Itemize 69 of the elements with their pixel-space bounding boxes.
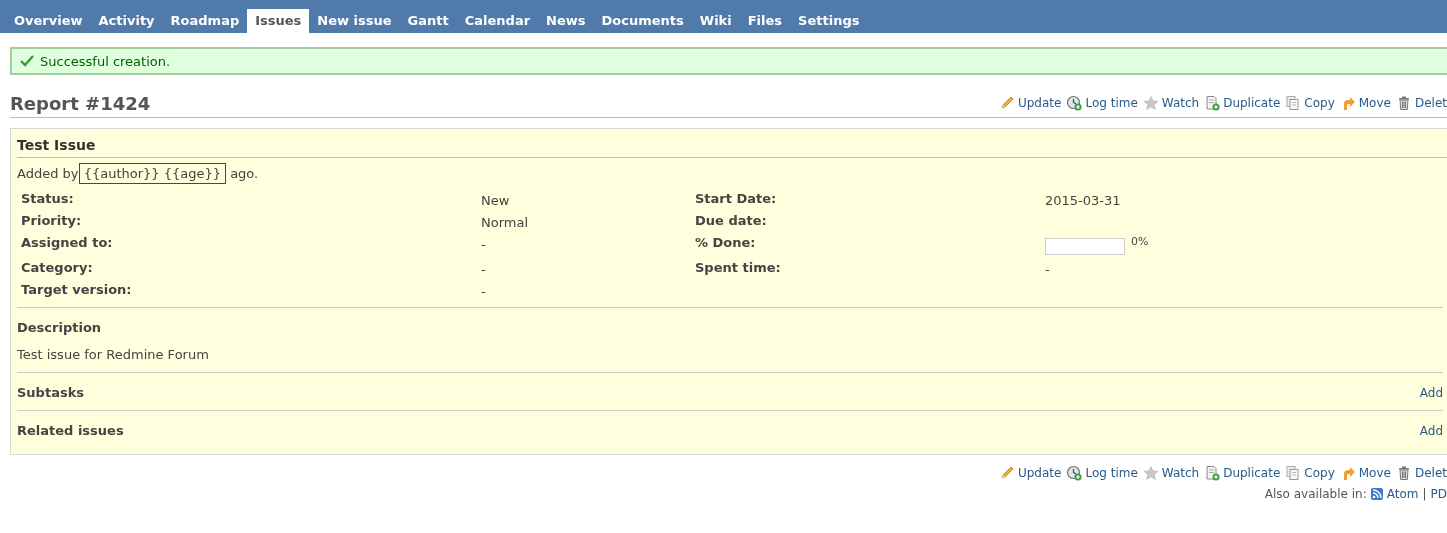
attribute-label: Priority: bbox=[21, 213, 83, 228]
attribute-label: % Done: bbox=[695, 235, 757, 250]
nav-tab[interactable]: Gantt bbox=[399, 9, 457, 33]
pencil-icon bbox=[998, 95, 1015, 111]
attribute-label: Status: bbox=[21, 191, 75, 206]
attribute-value: - bbox=[481, 236, 487, 252]
nav-tab[interactable]: News bbox=[538, 9, 594, 33]
action-link[interactable]: Delet bbox=[1414, 96, 1447, 110]
attribute-value: - bbox=[481, 261, 487, 277]
description-text: Test issue for Redmine Forum bbox=[17, 347, 210, 362]
success-message: Successful creation. bbox=[40, 53, 171, 69]
nav-tab[interactable]: Settings bbox=[790, 9, 868, 33]
nav-tab[interactable]: Documents bbox=[593, 9, 692, 33]
checkmark-icon bbox=[20, 55, 34, 67]
separator: | bbox=[1422, 487, 1427, 501]
action-link[interactable]: Copy bbox=[1304, 96, 1335, 110]
nav-tab[interactable]: Issues bbox=[247, 9, 310, 33]
document-plus-icon bbox=[1204, 465, 1221, 481]
action-link[interactable]: Update bbox=[1017, 96, 1062, 110]
pencil-icon bbox=[998, 465, 1015, 481]
rss-icon bbox=[1370, 488, 1383, 500]
add-link[interactable]: Add bbox=[1419, 385, 1443, 400]
action-link[interactable]: Move bbox=[1358, 96, 1391, 110]
action-link[interactable]: Watch bbox=[1161, 466, 1200, 480]
add-link[interactable]: Add bbox=[1419, 423, 1443, 438]
action-link[interactable]: Move bbox=[1358, 466, 1391, 480]
action-link[interactable]: Log time bbox=[1085, 96, 1138, 110]
nav-tab[interactable]: Calendar bbox=[456, 9, 539, 33]
star-icon bbox=[1142, 95, 1159, 111]
nav-tab[interactable]: Overview bbox=[6, 9, 91, 33]
format-link[interactable]: PD bbox=[1430, 487, 1447, 501]
clock-icon bbox=[1066, 95, 1083, 111]
format-link[interactable]: Atom bbox=[1386, 487, 1419, 501]
star-icon bbox=[1142, 465, 1159, 481]
author-line: Added by {{author}} {{age}} ago. bbox=[17, 166, 1447, 181]
clock-icon bbox=[1066, 465, 1083, 481]
nav-tab[interactable]: Roadmap bbox=[162, 9, 248, 33]
attribute-label: Start Date: bbox=[695, 191, 778, 206]
action-link[interactable]: Update bbox=[1017, 466, 1062, 480]
section-heading: Subtasks bbox=[17, 385, 85, 400]
issue-subject: Test Issue bbox=[17, 135, 1447, 158]
action-link[interactable]: Copy bbox=[1304, 466, 1335, 480]
attribute-label: Category: bbox=[21, 260, 94, 275]
document-plus-icon bbox=[1204, 95, 1221, 111]
attribute-value: 2015-03-31 bbox=[1045, 192, 1122, 208]
attribute-label: Spent time: bbox=[695, 260, 782, 275]
section-heading: Related issues bbox=[17, 423, 124, 438]
nav-tab[interactable]: Activity bbox=[90, 9, 163, 33]
attribute-value: New bbox=[481, 192, 511, 208]
issue-title: Report #1424 bbox=[10, 92, 151, 114]
attribute-label: Target version: bbox=[21, 282, 133, 297]
attribute-value: - bbox=[1045, 261, 1051, 277]
nav-tab[interactable]: Files bbox=[739, 9, 791, 33]
section-heading: Description bbox=[17, 320, 103, 335]
action-link[interactable]: Duplicate bbox=[1223, 466, 1281, 480]
copy-icon bbox=[1285, 95, 1302, 111]
copy-icon bbox=[1285, 465, 1302, 481]
nav-tab[interactable]: Wiki bbox=[691, 9, 740, 33]
action-link[interactable]: Duplicate bbox=[1223, 96, 1281, 110]
attribute-label: Due date: bbox=[695, 213, 768, 228]
nav-tab[interactable]: New issue bbox=[309, 9, 400, 33]
formats-label: Also available in: bbox=[1264, 487, 1367, 501]
action-link[interactable]: Log time bbox=[1085, 466, 1138, 480]
action-link[interactable]: Delet bbox=[1414, 466, 1447, 480]
attribute-value: Normal bbox=[481, 214, 530, 230]
action-link[interactable]: Watch bbox=[1161, 96, 1200, 110]
progress-reading: 0% bbox=[1131, 235, 1149, 248]
attribute-label: Assigned to: bbox=[21, 235, 114, 250]
attribute-value: - bbox=[481, 283, 487, 299]
